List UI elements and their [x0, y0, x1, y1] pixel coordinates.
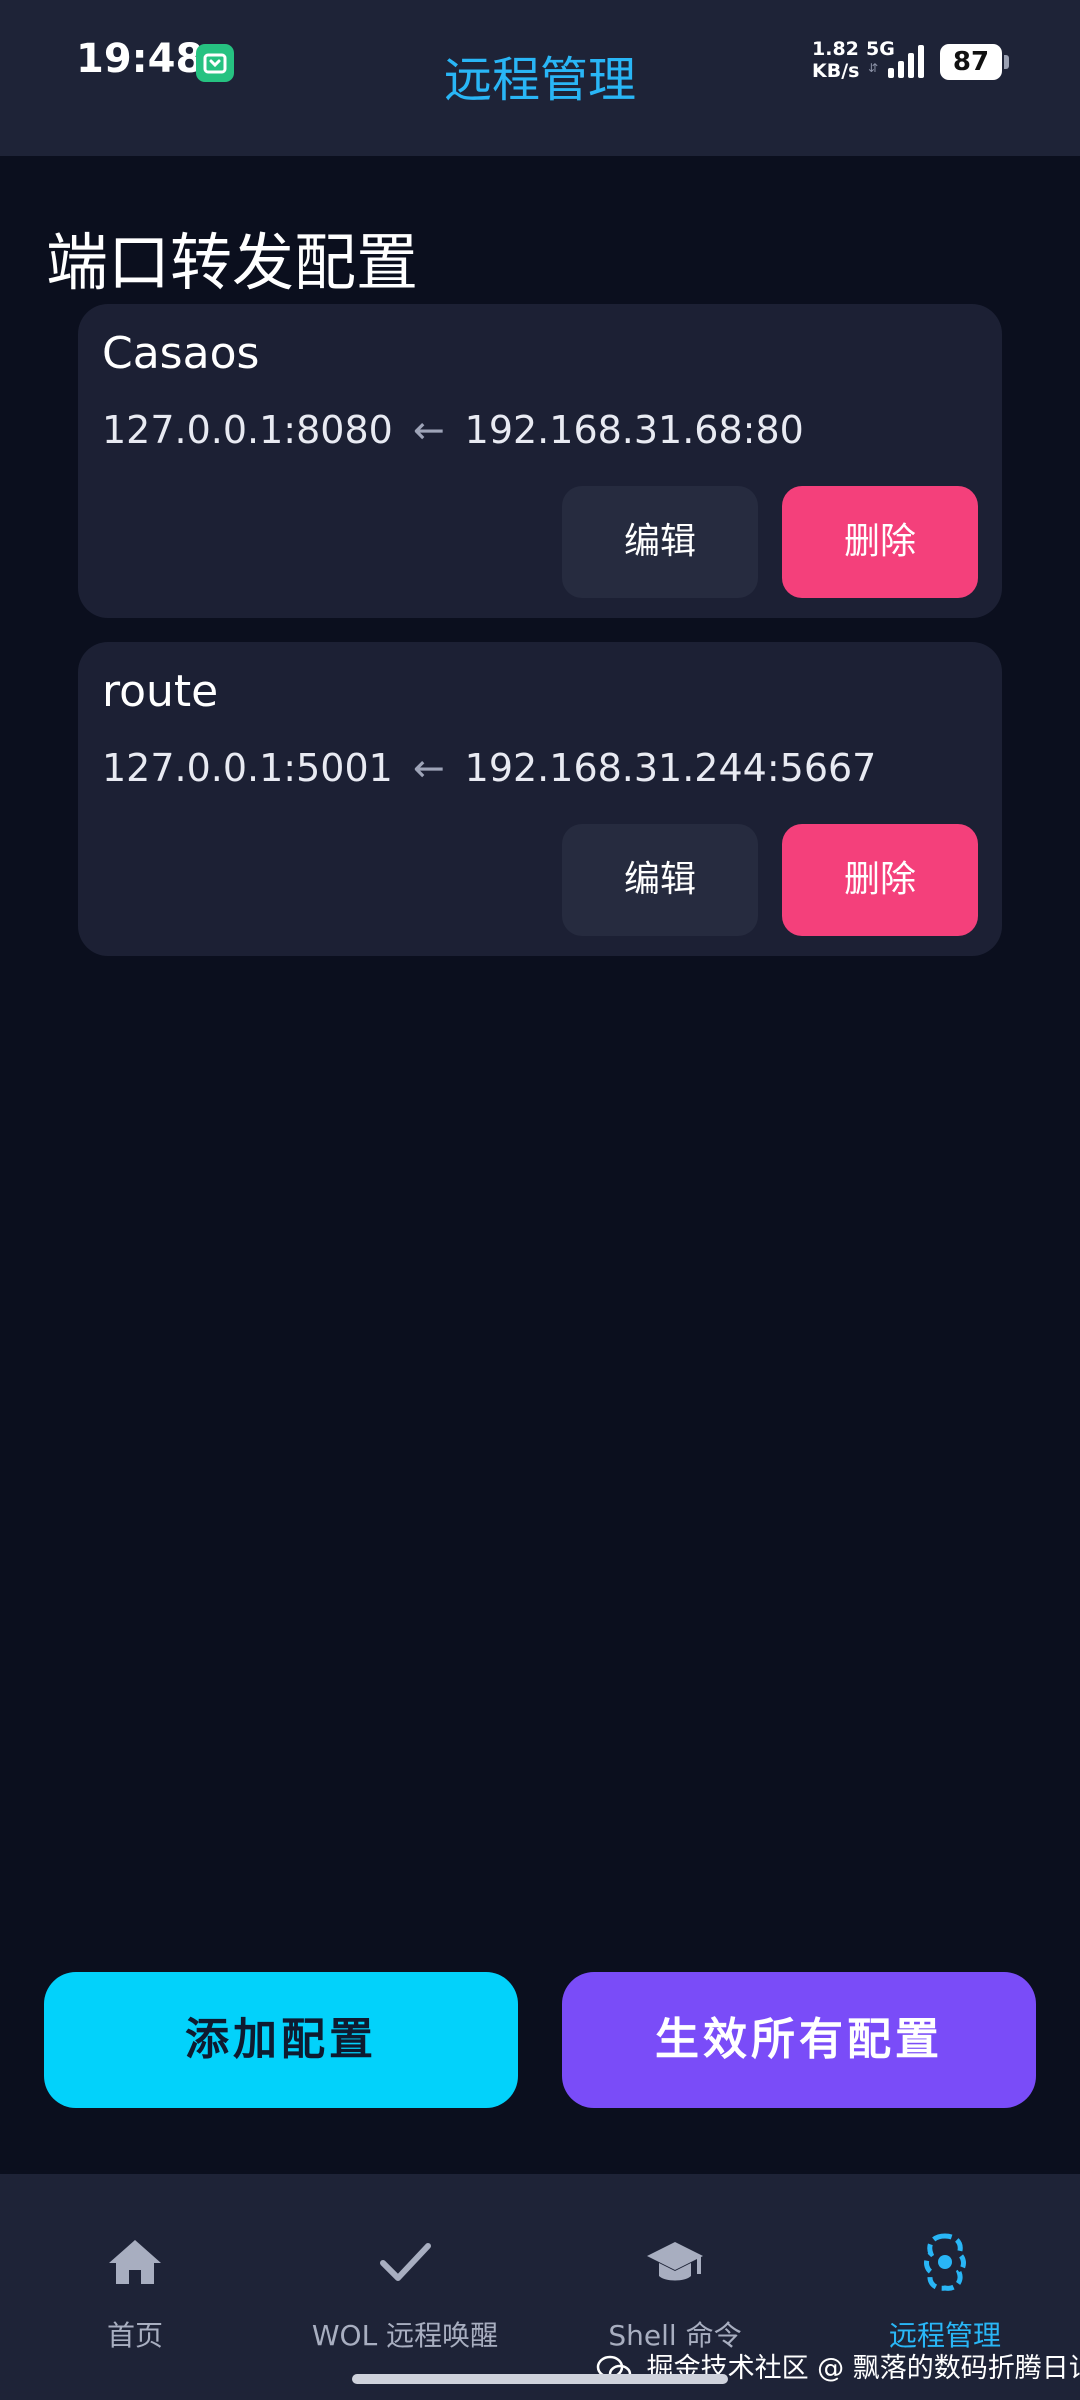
battery-icon: 87 — [940, 44, 1002, 80]
nav-label: 首页 — [106, 2319, 163, 2352]
left-arrow-icon: ← — [412, 746, 445, 790]
section-title: 端口转发配置 — [46, 226, 419, 299]
delete-button[interactable]: 删除 — [782, 824, 978, 936]
add-config-button[interactable]: 添加配置 — [44, 1972, 518, 2108]
config-local-address: 127.0.0.1:5001 — [102, 746, 393, 790]
config-name: route — [102, 666, 219, 717]
left-arrow-icon: ← — [412, 408, 445, 452]
home-indicator[interactable] — [352, 2374, 728, 2384]
delete-button[interactable]: 删除 — [782, 486, 978, 598]
edit-button[interactable]: 编辑 — [562, 824, 758, 936]
apply-all-configs-button[interactable]: 生效所有配置 — [562, 1972, 1036, 2108]
config-mapping: 127.0.0.1:5001 ← 192.168.31.244:5667 — [102, 746, 876, 790]
data-arrows-icon: ⇵ — [868, 61, 879, 75]
remote-manage-icon — [924, 2233, 966, 2291]
config-card: Casaos 127.0.0.1:8080 ← 192.168.31.68:80 编… — [78, 304, 1002, 618]
signal-strength-icon — [888, 45, 924, 78]
home-icon — [109, 2240, 161, 2284]
graduation-cap-icon — [647, 2242, 703, 2281]
config-remote-address: 192.168.31.68:80 — [464, 408, 804, 452]
net-speed-unit: KB/s — [812, 60, 860, 82]
battery-tip — [1004, 55, 1009, 69]
nav-item-home[interactable]: 首页 — [0, 2174, 270, 2400]
net-speed-readout: 1.82 KB/s — [812, 38, 859, 82]
check-icon — [380, 2243, 431, 2281]
net-speed-value: 1.82 — [812, 38, 859, 60]
edit-button[interactable]: 编辑 — [562, 486, 758, 598]
config-card: route 127.0.0.1:5001 ← 192.168.31.244:5667… — [78, 642, 1002, 956]
config-local-address: 127.0.0.1:8080 — [102, 408, 393, 452]
config-remote-address: 192.168.31.244:5667 — [464, 746, 877, 790]
config-name: Casaos — [102, 328, 260, 379]
nav-label: WOL 远程唤醒 — [311, 2319, 499, 2352]
top-bar: 19:48 远程管理 1.82 KB/s 5G ⇵ 87 — [0, 0, 1080, 156]
nav-item-wol[interactable]: WOL 远程唤醒 — [270, 2174, 540, 2400]
config-mapping: 127.0.0.1:8080 ← 192.168.31.68:80 — [102, 408, 804, 452]
